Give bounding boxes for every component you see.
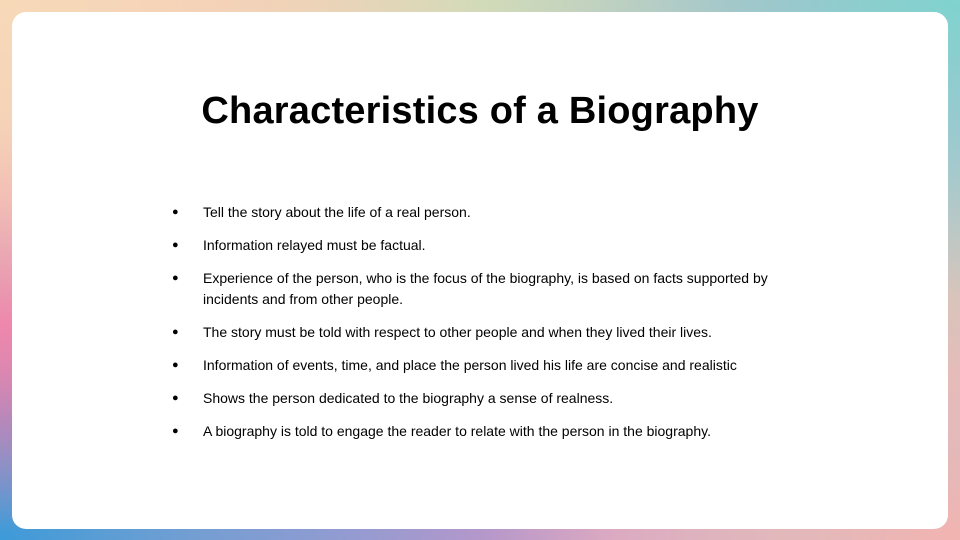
bullet-item: ● Experience of the person, who is the fo… [172, 268, 822, 310]
bullet-item: ● Information of events, time, and place … [172, 355, 822, 376]
bullet-item: ● A biography is told to engage the reade… [172, 421, 822, 442]
slide-card: Characteristics of a Biography ● Tell the… [12, 12, 948, 529]
bullet-text: A biography is told to engage the reader… [203, 423, 711, 439]
bullet-dot-icon: ● [172, 326, 179, 338]
bullet-text: Information of events, time, and place t… [203, 357, 737, 373]
slide-title: Characteristics of a Biography [201, 90, 759, 132]
bullet-dot-icon: ● [172, 425, 179, 437]
bullet-text: Experience of the person, who is the foc… [203, 270, 768, 307]
bullet-text: The story must be told with respect to o… [203, 324, 712, 340]
bullet-dot-icon: ● [172, 359, 179, 371]
bullet-item: ● Shows the person dedicated to the biogr… [172, 388, 822, 409]
bullet-text: Shows the person dedicated to the biogra… [203, 390, 614, 406]
bullet-dot-icon: ● [172, 239, 179, 251]
bullet-text: Information relayed must be factual. [203, 237, 426, 253]
bullet-dot-icon: ● [172, 272, 179, 284]
bullet-item: ● The story must be told with respect to … [172, 322, 822, 343]
bullet-list: ● Tell the story about the life of a real… [172, 202, 822, 454]
bullet-item: ● Tell the story about the life of a real… [172, 202, 822, 223]
bullet-text: Tell the story about the life of a real … [203, 204, 471, 220]
bullet-dot-icon: ● [172, 206, 179, 218]
bullet-dot-icon: ● [172, 392, 179, 404]
bullet-item: ● Information relayed must be factual. [172, 235, 822, 256]
